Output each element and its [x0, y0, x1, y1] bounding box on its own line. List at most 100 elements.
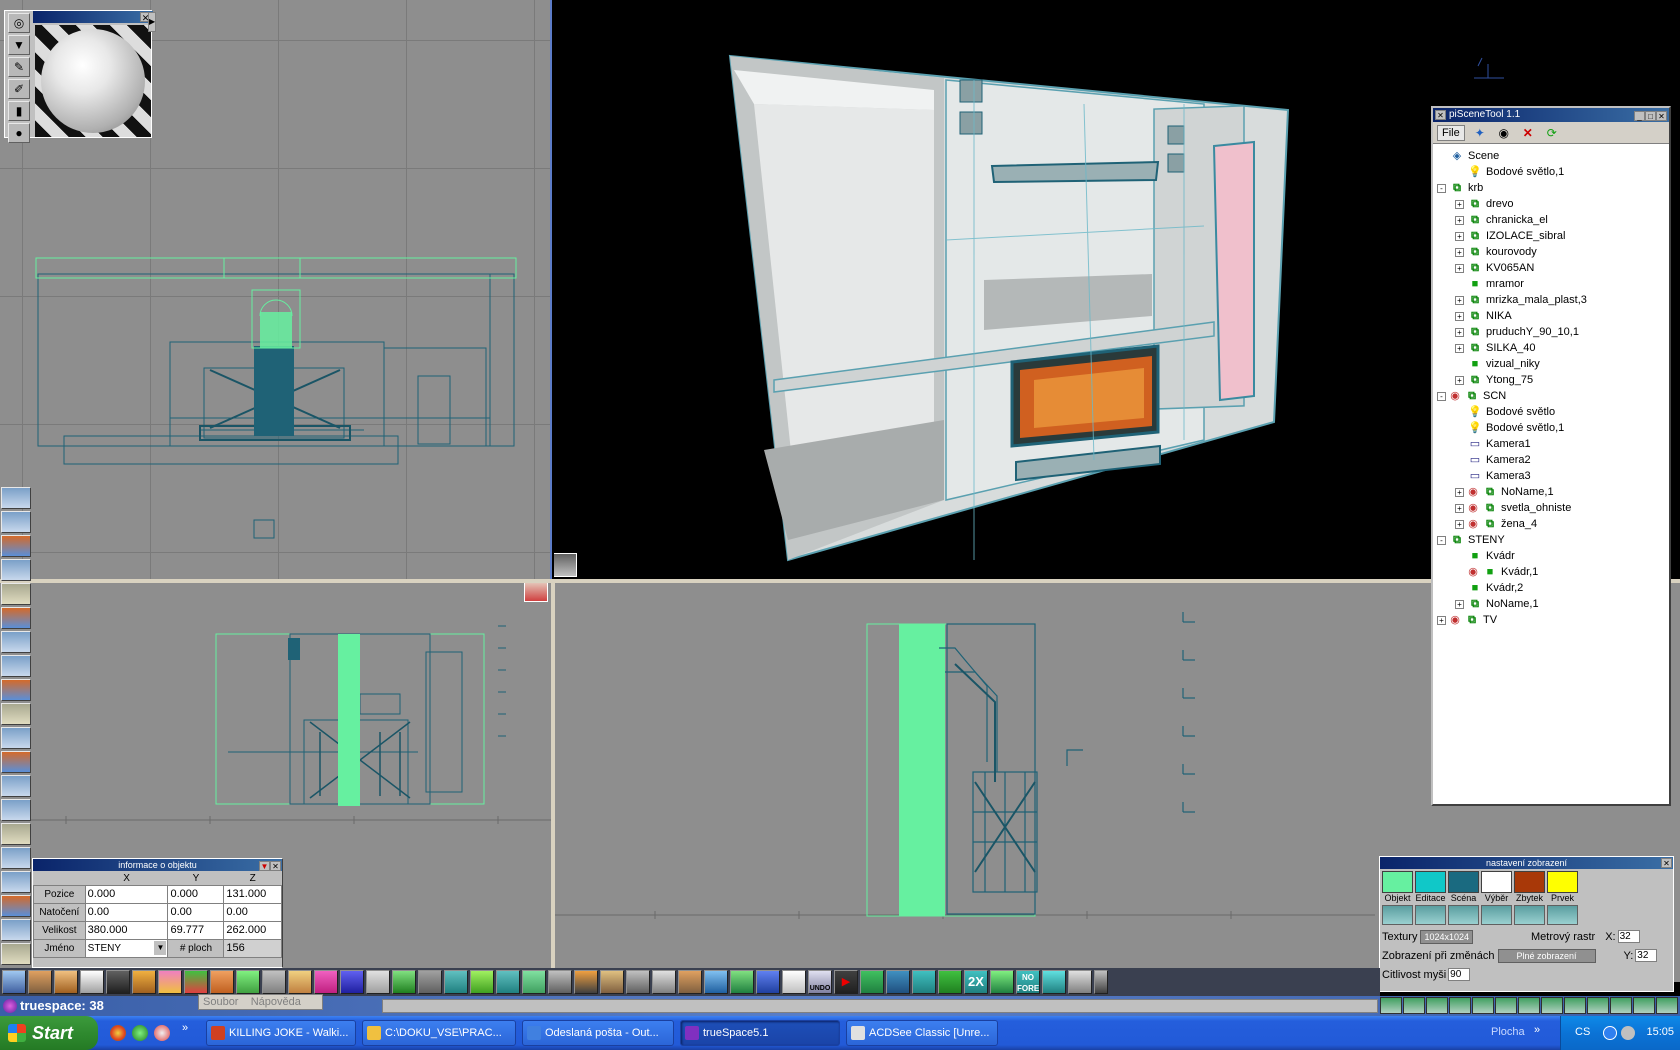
tool-cube-icon[interactable]	[730, 970, 754, 994]
collapse-icon[interactable]: -	[1437, 535, 1446, 545]
tool-palette-icon[interactable]	[288, 970, 312, 994]
tool-shapes-4-icon[interactable]	[1, 751, 31, 773]
expand-icon[interactable]: +	[1455, 375, 1464, 385]
tree-item[interactable]: ■ mramor	[1437, 276, 1669, 292]
quicklaunch-more-icon[interactable]: »	[182, 1022, 188, 1034]
top-viewport[interactable]: ✕ ◎ ▼ ✎ ✐ ▮ ● ▶	[0, 0, 552, 580]
display-settings-titlebar[interactable]: nastavení zobrazení ✕	[1380, 857, 1673, 869]
tool-car-5-icon[interactable]	[1, 631, 31, 653]
taskbar-button[interactable]: Odeslaná pošta - Out...	[522, 1020, 674, 1046]
grid-x-input[interactable]: 32	[1617, 930, 1640, 943]
tool-landscape-icon[interactable]	[1, 895, 31, 917]
tool-tree-icon[interactable]	[938, 970, 962, 994]
tool-folder-icon[interactable]	[1, 943, 31, 965]
tree-item[interactable]: + ⧉ NoName,1	[1437, 596, 1669, 612]
color-swatch-prvek[interactable]	[1547, 871, 1578, 893]
material-tool-cylinder-icon[interactable]: ▮	[8, 101, 30, 121]
tool-settings-icon[interactable]	[1, 919, 31, 941]
new-light-icon[interactable]: ✦	[1471, 125, 1489, 141]
tool-axis-icon[interactable]	[28, 970, 52, 994]
camera-view-icon[interactable]	[554, 553, 577, 577]
object-name-select[interactable]: STENY ▼	[84, 938, 169, 958]
tool-landscape-icon[interactable]	[886, 970, 910, 994]
tool-shapes-3-icon[interactable]	[1, 727, 31, 749]
mode-grid-icon[interactable]	[1382, 905, 1413, 925]
material-preview[interactable]	[35, 25, 151, 137]
tool-swirl-icon[interactable]	[314, 970, 338, 994]
dropdown-icon[interactable]: ▼	[259, 861, 270, 871]
tree-item[interactable]: ◉ ■ Kvádr,1	[1437, 564, 1669, 580]
color-swatch-editace[interactable]	[1415, 871, 1446, 893]
tree-item[interactable]: + ⧉ kourovody	[1437, 244, 1669, 260]
textures-select[interactable]: 1024x1024	[1420, 929, 1474, 944]
tool-select-icon[interactable]	[444, 970, 468, 994]
tool-background-icon[interactable]	[1, 847, 31, 869]
tree-item[interactable]: - ⧉ STENY	[1437, 532, 1669, 548]
tool-cross-icon[interactable]	[652, 970, 676, 994]
tool-origin-icon[interactable]	[678, 970, 702, 994]
tool-grid-icon[interactable]	[756, 970, 780, 994]
tree-item[interactable]: - ⧉ krb	[1437, 180, 1669, 196]
tree-item[interactable]: + ◉ ⧉ TV	[1437, 612, 1669, 628]
tree-item[interactable]: + ⧉ IZOLACE_sibral	[1437, 228, 1669, 244]
pattern-5-icon[interactable]	[1587, 997, 1609, 1014]
tool-shapes-1-icon[interactable]	[1, 535, 31, 557]
language-indicator[interactable]: CS	[1575, 1026, 1590, 1038]
hidden-eye-icon[interactable]: ◉	[1467, 486, 1479, 498]
tool-cone-icon[interactable]	[262, 970, 286, 994]
toolbar-more-icon[interactable]: »	[1534, 1024, 1540, 1036]
tree-item[interactable]: + ◉ ⧉ žena_4	[1437, 516, 1669, 532]
tool-sky-icon[interactable]	[1042, 970, 1066, 994]
hidden-eye-icon[interactable]: ◉	[1449, 614, 1461, 626]
tool-scene-icon[interactable]	[1, 871, 31, 893]
hidden-eye-icon[interactable]: ◉	[1467, 502, 1479, 514]
expand-icon[interactable]: +	[1455, 343, 1464, 353]
close-icon[interactable]: ✕	[1656, 111, 1667, 121]
tool-paint-icon[interactable]	[1, 823, 31, 845]
rotation-x-field[interactable]: 0.00	[84, 902, 169, 922]
expand-icon[interactable]: +	[1455, 295, 1464, 305]
tree-item[interactable]: ▭ Kamera2	[1437, 452, 1669, 468]
expand-icon[interactable]: +	[1455, 215, 1464, 225]
chevron-down-icon[interactable]: ▼	[154, 940, 167, 955]
tree-item[interactable]: + ◉ ⧉ svetla_ohniste	[1437, 500, 1669, 516]
chrome-icon[interactable]	[110, 1025, 126, 1041]
tool-camera-icon[interactable]	[106, 970, 130, 994]
color-swatch-objekt[interactable]	[1382, 871, 1413, 893]
toolbar-scroll-icon[interactable]	[1094, 970, 1108, 994]
collapse-icon[interactable]: -	[1437, 391, 1446, 401]
quicklaunch-flower-icon[interactable]	[132, 1025, 148, 1041]
tool-axes-icon[interactable]	[366, 970, 390, 994]
eye-icon[interactable]: ◉	[1495, 125, 1513, 141]
tool-link-icon[interactable]	[418, 970, 442, 994]
tool-pointer-icon[interactable]	[704, 970, 728, 994]
no-fore-button[interactable]: NO FORE	[1016, 970, 1040, 994]
tool-gradient-icon[interactable]	[1068, 970, 1092, 994]
tree-item[interactable]: ◈ Scene	[1437, 148, 1669, 164]
mode-bath-icon[interactable]	[1448, 905, 1479, 925]
position-x-field[interactable]: 0.000	[84, 884, 169, 904]
close-left-icon[interactable]: ✕	[1435, 110, 1446, 120]
viewport-splitter-horizontal[interactable]	[0, 579, 1680, 583]
tool-triangle-icon[interactable]	[236, 970, 260, 994]
render-icon[interactable]	[1472, 997, 1494, 1014]
tree-item[interactable]: - ◉ ⧉ SCN	[1437, 388, 1669, 404]
expand-icon[interactable]: +	[1455, 247, 1464, 257]
tree-item[interactable]: ▭ Kamera1	[1437, 436, 1669, 452]
pattern-2-icon[interactable]	[1518, 997, 1540, 1014]
size-x-field[interactable]: 380.000	[84, 920, 169, 940]
menu-soubor[interactable]: Soubor	[203, 996, 238, 1008]
tool-ruler-icon[interactable]	[470, 970, 494, 994]
rotation-y-field[interactable]: 0.00	[167, 902, 225, 922]
material-tool-sphere-icon[interactable]: ●	[8, 123, 30, 143]
tree-item[interactable]: + ⧉ pruduchY_90_10,1	[1437, 324, 1669, 340]
tree-item[interactable]: + ⧉ mrizka_mala_plast,3	[1437, 292, 1669, 308]
color-swatch-výběr[interactable]	[1481, 871, 1512, 893]
collapse-icon[interactable]: -	[1437, 183, 1446, 193]
tree-item[interactable]: + ⧉ KV065AN	[1437, 260, 1669, 276]
restore-app-icon[interactable]	[1633, 997, 1655, 1014]
color-swatch-zbytek[interactable]	[1514, 871, 1545, 893]
pattern-1-icon[interactable]	[1495, 997, 1517, 1014]
expand-icon[interactable]: +	[1455, 311, 1464, 321]
tool-cut-icon[interactable]	[574, 970, 598, 994]
